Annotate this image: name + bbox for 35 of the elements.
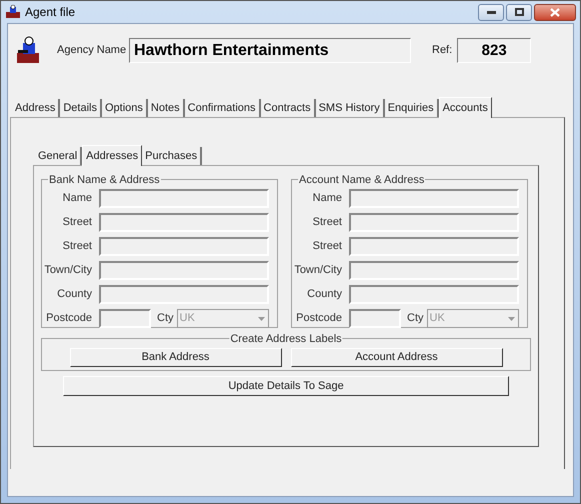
field-label: County [56, 287, 92, 302]
agent-desk-icon [14, 36, 42, 64]
maximize-icon [514, 8, 524, 16]
field-label: County [306, 287, 342, 302]
tab[interactable]: Address [12, 99, 60, 117]
field-label: Cty [157, 311, 174, 326]
dropdown-arrow-icon [508, 316, 515, 320]
close-icon [550, 8, 560, 16]
field-label: Street [312, 215, 342, 230]
update-sage-button[interactable]: Update Details To Sage [63, 376, 509, 396]
field-label: Name [312, 191, 342, 206]
field-label: Postcode [295, 311, 342, 326]
minimize-button[interactable] [478, 4, 504, 20]
field-label: Street [312, 239, 342, 254]
tab[interactable]: Accounts [438, 97, 492, 118]
field-label: Cty [407, 311, 424, 326]
label-button[interactable]: Bank Address [70, 348, 282, 367]
maximize-button[interactable] [506, 4, 532, 20]
field-label: Name [62, 191, 92, 206]
window-title: Agent file [25, 4, 76, 21]
field-label: Street [62, 215, 92, 230]
close-button[interactable] [534, 4, 576, 20]
field-label: Town/City [293, 263, 342, 278]
field-label: Street [62, 239, 92, 254]
ref-label: Ref: [432, 42, 452, 58]
ref-field[interactable]: 823 [457, 38, 532, 62]
field-label: Postcode [45, 311, 92, 326]
minimize-icon [486, 10, 496, 14]
label-button[interactable]: Account Address [290, 348, 502, 367]
app-icon [5, 5, 21, 19]
agency-name-field[interactable]: Hawthorn Entertainments [129, 38, 411, 62]
agency-name-label: Agency Name [57, 42, 125, 58]
tab[interactable]: Addresses [82, 145, 142, 166]
field-label: Town/City [43, 263, 92, 278]
dropdown-arrow-icon [258, 316, 265, 320]
